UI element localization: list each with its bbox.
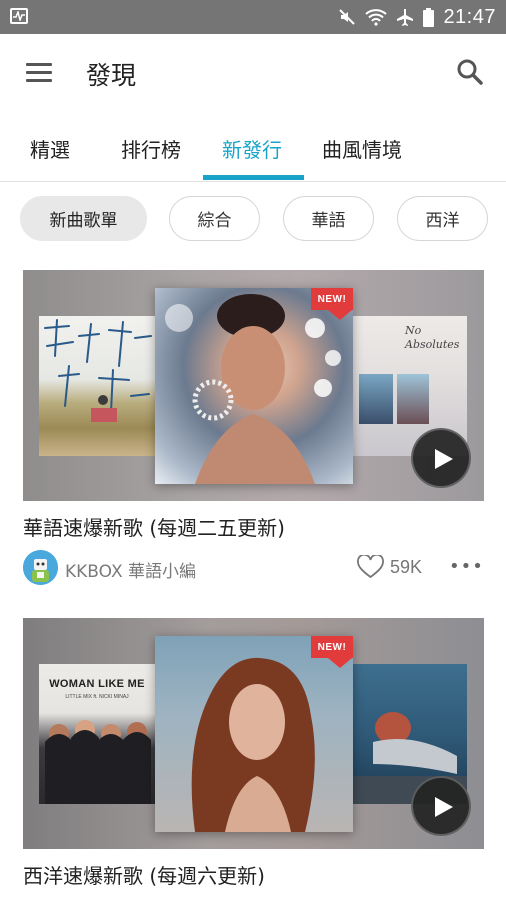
activity-icon	[10, 8, 28, 24]
battery-icon	[423, 7, 435, 27]
status-icons: 21:47	[338, 0, 496, 34]
cover-photo-1	[359, 374, 393, 424]
tab-new-releases[interactable]: 新發行	[222, 134, 282, 163]
album-cover-left: WOMAN LIKE ME LITTLE MIX ft. NICKI MINAJ	[39, 664, 155, 804]
playlist-banner[interactable]: No Absolutes NEW!	[23, 270, 484, 501]
status-time: 21:47	[443, 5, 496, 28]
mute-icon	[339, 9, 356, 25]
chip-western[interactable]: 西洋	[397, 196, 488, 241]
play-icon	[435, 797, 453, 817]
play-icon	[435, 449, 453, 469]
play-button[interactable]	[411, 428, 471, 488]
search-icon[interactable]	[456, 58, 484, 86]
avatar[interactable]	[23, 550, 58, 585]
album-cover-left	[39, 316, 155, 456]
playlist-card: WOMAN LIKE ME LITTLE MIX ft. NICKI MINAJ	[23, 618, 484, 900]
heart-icon	[357, 555, 384, 579]
playlist-card: No Absolutes NEW! 華語速爆新歌 (每週二五更新) KKBOX …	[23, 270, 484, 590]
album-cover-main: NEW!	[155, 636, 353, 832]
tab-charts[interactable]: 排行榜	[121, 134, 181, 163]
album-cover-main: NEW!	[155, 288, 353, 484]
wifi-icon	[365, 9, 388, 26]
page-title: 發現	[86, 61, 137, 90]
album-cover-right-text: No Absolutes	[405, 324, 460, 351]
chip-mandarin[interactable]: 華語	[283, 196, 374, 241]
album-cover-left-title: WOMAN LIKE ME	[49, 678, 145, 690]
tab-genres[interactable]: 曲風情境	[322, 134, 402, 163]
hamburger-icon[interactable]	[26, 63, 52, 83]
more-options-icon[interactable]: •••	[449, 556, 483, 578]
app-bar: 發現	[0, 34, 506, 112]
chip-new-songs-playlists[interactable]: 新曲歌單	[20, 196, 147, 241]
like-button[interactable]: 59K	[357, 553, 457, 583]
cover-photo-2	[397, 374, 429, 424]
status-bar: 21:47	[0, 0, 506, 34]
playlist-meta: KKBOX 華語小編 59K •••	[23, 550, 484, 586]
tab-featured[interactable]: 精選	[30, 134, 70, 163]
playlist-banner[interactable]: WOMAN LIKE ME LITTLE MIX ft. NICKI MINAJ	[23, 618, 484, 849]
playlist-title[interactable]: 華語速爆新歌 (每週二五更新)	[23, 512, 285, 541]
handwriting-art	[44, 319, 152, 422]
playlist-author[interactable]: KKBOX 華語小編	[65, 557, 196, 582]
tab-bar: 精選 排行榜 新發行 曲風情境	[0, 112, 506, 182]
filter-chips: 新曲歌單 綜合 華語 西洋	[0, 196, 506, 242]
tab-active-indicator	[203, 175, 304, 180]
play-button[interactable]	[411, 776, 471, 836]
album-cover-left-subtitle: LITTLE MIX ft. NICKI MINAJ	[65, 694, 129, 700]
new-badge: NEW!	[311, 288, 353, 324]
playlist-title[interactable]: 西洋速爆新歌 (每週六更新)	[23, 860, 265, 889]
new-badge: NEW!	[311, 636, 353, 672]
like-count: 59K	[390, 557, 423, 577]
airplane-icon	[397, 9, 414, 26]
chip-all[interactable]: 綜合	[169, 196, 260, 241]
